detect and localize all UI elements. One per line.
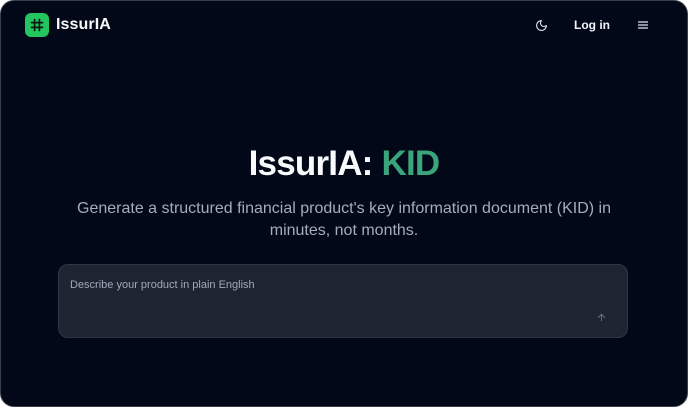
page-title: IssurIA: KID xyxy=(1,143,687,185)
product-description-input[interactable] xyxy=(70,279,570,291)
send-button[interactable] xyxy=(593,309,609,325)
moon-icon[interactable] xyxy=(531,15,551,35)
title-accent: KID xyxy=(381,144,440,183)
header-actions: Log in xyxy=(531,15,653,35)
arrow-up-icon xyxy=(597,313,605,321)
hash-icon xyxy=(25,13,49,37)
title-brand: IssurIA: xyxy=(248,144,374,183)
brand-logo[interactable]: IssurIA xyxy=(25,13,111,37)
prompt-box xyxy=(58,264,628,338)
brand-name: IssurIA xyxy=(56,16,111,33)
menu-icon[interactable] xyxy=(633,15,653,35)
page-subtitle: Generate a structured financial product'… xyxy=(77,200,611,239)
app-window: IssurIA Log in IssurIA: KID Generate a s… xyxy=(0,0,688,407)
login-link[interactable]: Log in xyxy=(574,18,610,32)
